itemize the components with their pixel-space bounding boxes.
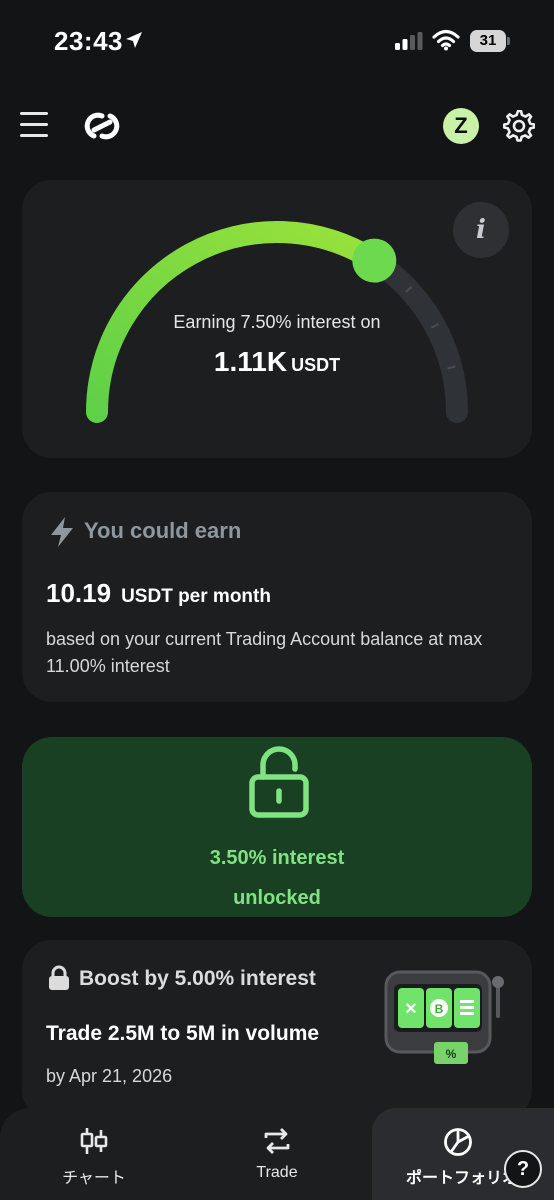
candlestick-chart-icon — [80, 1128, 108, 1154]
status-bar: 23:43 31 — [0, 0, 554, 84]
menu-icon[interactable] — [20, 112, 48, 138]
tab-trade[interactable]: Trade — [206, 1108, 348, 1200]
tab-chart[interactable]: チャート — [24, 1108, 164, 1200]
boost-deadline: by Apr 21, 2026 — [46, 1066, 173, 1086]
location-arrow-icon — [126, 32, 142, 48]
swap-arrows-icon — [264, 1128, 290, 1154]
lock-open-icon — [249, 746, 309, 818]
could-earn-card: You could earn 10.19 USDT per month based… — [22, 492, 532, 702]
top-nav: Z — [0, 84, 554, 168]
logo-icon[interactable] — [80, 106, 124, 146]
earning-amount: 1.11K USDT — [22, 346, 532, 378]
lock-icon — [49, 965, 69, 990]
slot-machine-icon: ✕ B % — [384, 970, 504, 1064]
earn-amount-unit: USDT per month — [121, 586, 271, 607]
help-button[interactable]: ? — [504, 1150, 542, 1188]
gauge-knob — [352, 238, 397, 283]
tab-chart-label: チャート — [62, 1170, 126, 1187]
status-time: 23:43 — [54, 26, 123, 56]
svg-text:✕: ✕ — [404, 1001, 417, 1018]
avatar[interactable]: Z — [443, 108, 479, 144]
svg-text:B: B — [435, 1002, 444, 1016]
earning-amount-unit: USDT — [291, 355, 341, 375]
boost-title: Boost by 5.00% interest — [79, 967, 316, 990]
unlock-rate: 3.50% interest — [209, 847, 345, 869]
unlock-status: unlocked — [233, 887, 321, 909]
interest-gauge-card: i Earning 7.50% interest on 1.11K USDT — [22, 180, 532, 458]
battery-level: 31 — [470, 30, 506, 52]
boost-task: Trade 2.5M to 5M in volume — [46, 1022, 320, 1045]
earn-amount: 10.19 USDT per month — [46, 578, 271, 609]
tab-trade-label: Trade — [256, 1164, 298, 1181]
earn-title: You could earn — [84, 518, 242, 543]
boost-card[interactable]: Boost by 5.00% interest Trade 2.5M to 5M… — [22, 940, 532, 1120]
earn-description: based on your current Trading Account ba… — [46, 629, 483, 676]
bottom-nav: チャート Trade ポートフォリオ — [0, 1108, 554, 1200]
earn-amount-value: 10.19 — [46, 578, 112, 608]
gear-icon[interactable] — [503, 110, 535, 142]
signal-icon — [395, 32, 423, 50]
pie-chart-icon — [444, 1128, 472, 1156]
earning-label: Earning 7.50% interest on — [173, 312, 381, 332]
svg-text:%: % — [446, 1047, 457, 1061]
info-icon[interactable]: i — [453, 202, 509, 258]
battery-icon: 31 — [470, 30, 510, 52]
earning-amount-value: 1.11K — [213, 346, 288, 377]
wifi-icon — [432, 29, 460, 51]
lightning-bolt-icon — [51, 517, 73, 547]
unlocked-interest-card: 3.50% interest unlocked — [22, 737, 532, 917]
